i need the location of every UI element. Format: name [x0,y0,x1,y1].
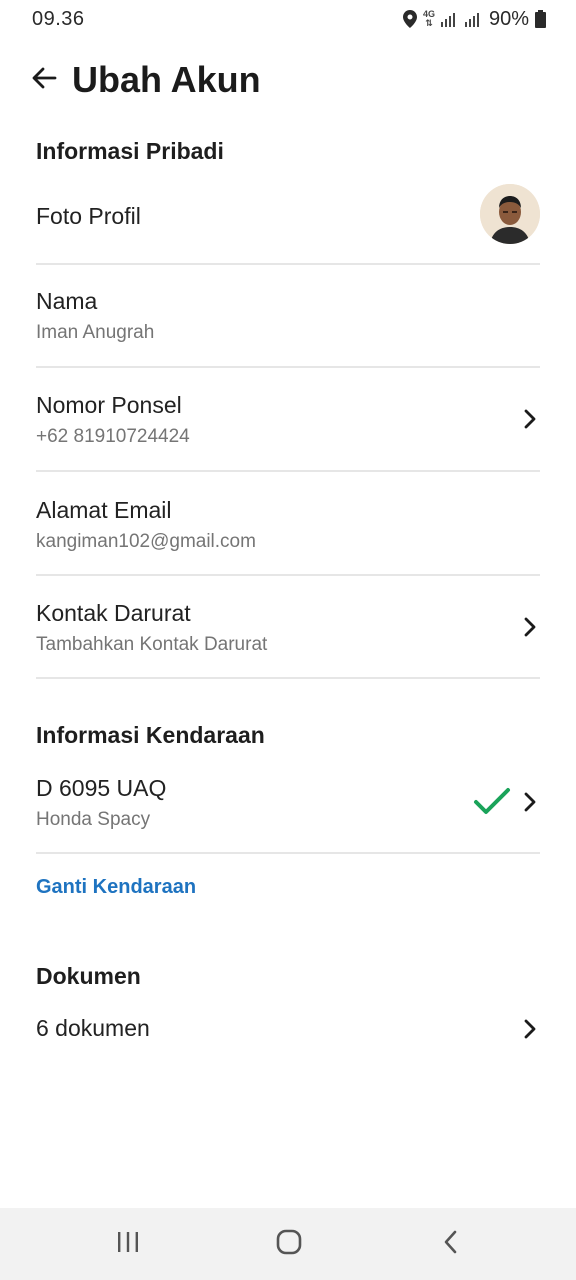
email-label: Alamat Email [36,497,172,523]
personal-info-section-title: Informasi Pribadi [36,138,224,164]
app-header: Ubah Akun [0,58,576,104]
chevron-right-icon[interactable] [520,790,540,814]
emergency-contact-value: Tambahkan Kontak Darurat [36,634,268,655]
data-arrows-icon: ⇅ [425,18,433,28]
vehicle-model: Honda Spacy [36,809,151,830]
home-button[interactable] [264,1224,314,1264]
chevron-right-icon[interactable] [520,1017,540,1041]
chevron-right-icon[interactable] [520,615,540,639]
network-type: 4G ⇅ [422,9,435,28]
status-icons: 4G ⇅ 90% [402,6,546,32]
page-title: Ubah Akun [72,59,261,100]
phone-row[interactable]: Nomor Ponsel +62 81910724424 [36,391,540,449]
divider [36,470,540,472]
phone-value: +62 81910724424 [36,426,190,447]
emergency-contact-label: Kontak Darurat [36,600,191,626]
chevron-right-icon[interactable] [520,407,540,431]
divider [36,574,540,576]
vehicle-plate: D 6095 UAQ [36,775,167,801]
recents-icon [116,1230,140,1259]
name-value: Iman Anugrah [36,322,155,343]
email-row[interactable]: Alamat Email kangiman102@gmail.com [36,496,540,554]
documents-section-title: Dokumen [36,963,141,989]
divider [36,852,540,854]
system-back-button[interactable] [426,1224,476,1264]
vehicle-row[interactable]: D 6095 UAQ Honda Spacy [36,774,540,832]
battery-icon [535,10,546,28]
signal-icon [440,11,459,27]
emergency-contact-row[interactable]: Kontak Darurat Tambahkan Kontak Darurat [36,599,540,657]
documents-row[interactable]: 6 dokumen [36,1014,540,1042]
battery-percent: 90% [488,7,529,30]
check-icon [472,786,512,818]
home-icon [276,1229,302,1260]
avatar[interactable] [480,184,540,244]
recents-button[interactable] [103,1224,153,1264]
signal-icon-2 [464,11,483,27]
name-row[interactable]: Nama Iman Anugrah [36,287,540,345]
phone-label: Nomor Ponsel [36,392,182,418]
profile-photo-row[interactable]: Foto Profil [36,202,540,230]
status-bar: 09.36 4G ⇅ 90% [0,0,576,38]
divider [36,677,540,679]
arrow-left-icon [31,66,57,95]
name-label: Nama [36,288,98,314]
divider [36,366,540,368]
nav-back-icon [443,1229,459,1260]
system-nav-bar [0,1208,576,1280]
profile-photo-label: Foto Profil [36,203,141,229]
status-time: 09.36 [32,8,85,30]
email-value: kangiman102@gmail.com [36,531,256,552]
documents-count: 6 dokumen [36,1015,150,1041]
back-button[interactable] [28,64,60,96]
location-icon [402,10,417,28]
change-vehicle-link[interactable]: Ganti Kendaraan [36,876,196,899]
vehicle-info-section-title: Informasi Kendaraan [36,722,265,748]
divider [36,263,540,265]
